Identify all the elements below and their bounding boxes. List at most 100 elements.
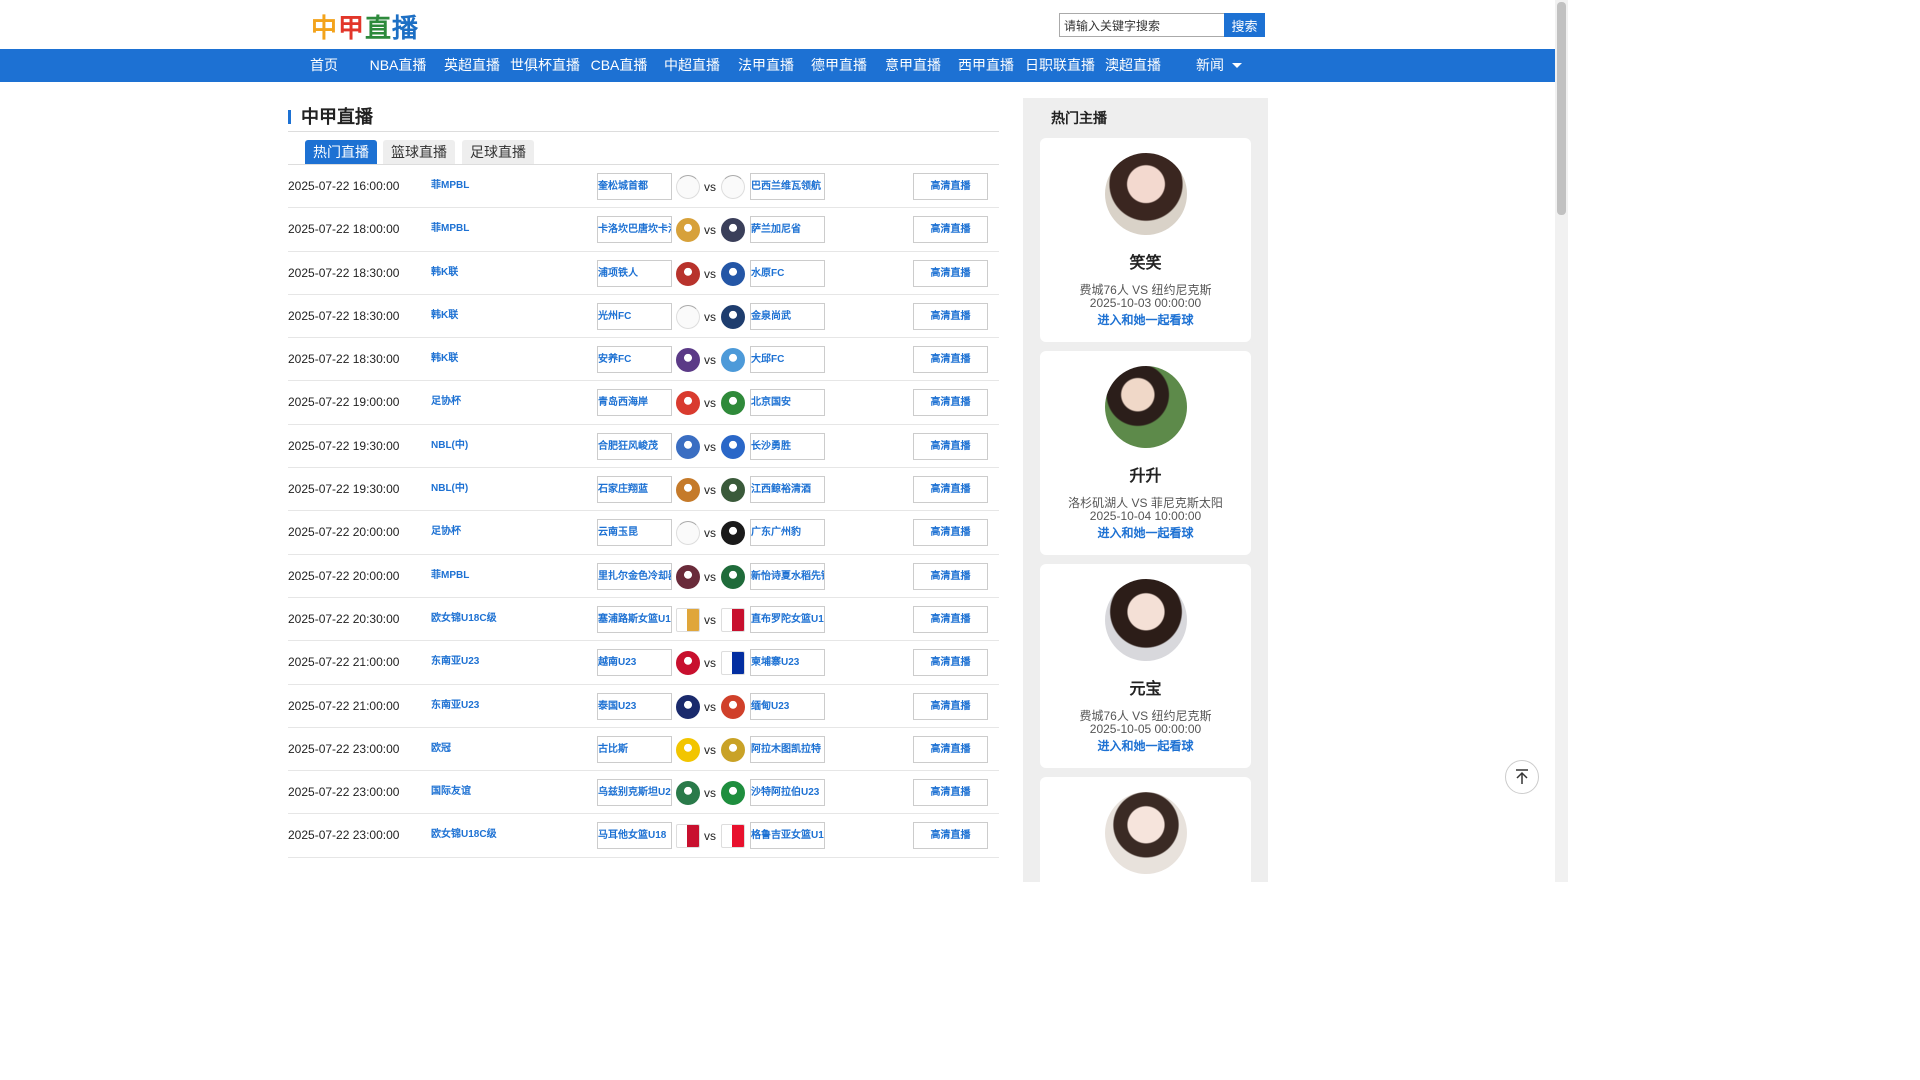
home-team-link[interactable]: 安养FC (597, 346, 672, 374)
match-league[interactable]: 欧女锦U18C级 (431, 825, 497, 840)
search-input[interactable] (1059, 13, 1224, 37)
home-team-link[interactable]: 泰国U23 (597, 692, 672, 720)
match-league[interactable]: NBL(中) (431, 436, 468, 451)
avatar[interactable] (1105, 153, 1187, 235)
hd-live-button[interactable]: 高清直播 (913, 779, 988, 807)
match-league[interactable]: 菲MPBL (431, 176, 469, 191)
match-league[interactable]: 国际友谊 (431, 782, 471, 797)
match-league[interactable]: 菲MPBL (431, 566, 469, 581)
page-scrollbar[interactable] (1555, 0, 1568, 882)
hd-live-button[interactable]: 高清直播 (913, 822, 988, 850)
away-team-link[interactable]: 金泉尚武 (750, 302, 825, 330)
away-team-link[interactable]: 沙特阿拉伯U23 (750, 779, 825, 807)
hd-live-button[interactable]: 高清直播 (913, 173, 988, 200)
nav-item-0[interactable]: 首页 (310, 49, 338, 82)
home-team-link[interactable]: 里扎尔金色冷却器 (597, 562, 672, 590)
away-team-link[interactable]: 水原FC (750, 259, 825, 287)
home-team-link[interactable]: 乌兹别克斯坦U23 (597, 779, 672, 807)
join-watch-link[interactable]: 进入和她一起看球 (1040, 311, 1251, 328)
match-league[interactable]: NBL(中) (431, 479, 468, 494)
match-league[interactable]: 韩K联 (431, 263, 458, 278)
hd-live-button[interactable]: 高清直播 (913, 476, 988, 504)
match-league[interactable]: 东南亚U23 (431, 696, 479, 711)
home-team-link[interactable]: 越南U23 (597, 649, 672, 677)
away-team-link[interactable]: 北京国安 (750, 389, 825, 417)
hd-live-button[interactable]: 高清直播 (913, 432, 988, 460)
away-team-link[interactable]: 直布罗陀女篮U18 (750, 605, 825, 633)
nav-item-6[interactable]: 法甲直播 (738, 49, 794, 82)
home-team-link[interactable]: 光州FC (597, 302, 672, 330)
back-to-top-button[interactable] (1505, 760, 1539, 794)
home-team-link[interactable]: 浦项铁人 (597, 259, 672, 287)
away-team-link[interactable]: 新怡诗夏水稻先锋 (750, 562, 825, 590)
scrollbar-thumb[interactable] (1557, 2, 1566, 215)
hd-live-button[interactable]: 高清直播 (913, 649, 988, 677)
nav-item-1[interactable]: NBA直播 (370, 49, 427, 82)
away-team-link[interactable]: 格鲁吉亚女篮U18 (750, 822, 825, 850)
anchor-card[interactable]: 元宝 费城76人 VS 纽约尼克斯 2025-10-05 00:00:00 进入和她一… (1040, 564, 1251, 768)
away-team-link[interactable]: 萨兰加尼省 (750, 216, 825, 244)
nav-item-7[interactable]: 德甲直播 (811, 49, 867, 82)
search-button[interactable]: 搜索 (1224, 13, 1265, 37)
nav-item-8[interactable]: 意甲直播 (885, 49, 941, 82)
nav-item-5[interactable]: 中超直播 (664, 49, 720, 82)
away-team-link[interactable]: 广东广州豹 (750, 519, 825, 547)
home-team-link[interactable]: 石家庄翔蓝 (597, 476, 672, 504)
nav-item-9[interactable]: 西甲直播 (958, 49, 1014, 82)
tab-hot-live[interactable]: 热门直播 (305, 140, 377, 164)
away-team-link[interactable]: 江西鲸裕清酒 (750, 476, 825, 504)
home-team-link[interactable]: 卡洛坎巴唐坎卡洛 (597, 216, 672, 244)
hd-live-button[interactable]: 高清直播 (913, 605, 988, 633)
match-row: 2025-07-22 18:00:00 菲MPBL 卡洛坎巴唐坎卡洛 vs 萨兰加尼省 高… (288, 208, 999, 252)
nav-item-2[interactable]: 英超直播 (444, 49, 500, 82)
away-flag-icon (721, 651, 745, 676)
away-team-link[interactable]: 柬埔寨U23 (750, 649, 825, 677)
home-team-link[interactable]: 云南玉昆 (597, 519, 672, 547)
anchor-card[interactable]: 笑笑 费城76人 VS 纽约尼克斯 2025-10-03 00:00:00 进入和她一… (1040, 138, 1251, 342)
avatar[interactable] (1105, 792, 1187, 874)
nav-item-3[interactable]: 世俱杯直播 (510, 49, 580, 82)
nav-item-4[interactable]: CBA直播 (591, 49, 648, 82)
home-team-link[interactable]: 合肥狂风峻茂 (597, 432, 672, 460)
hd-live-button[interactable]: 高清直播 (913, 562, 988, 590)
match-league[interactable]: 足协杯 (431, 522, 461, 537)
nav-item-11[interactable]: 澳超直播 (1105, 49, 1161, 82)
hd-live-button[interactable]: 高清直播 (913, 692, 988, 720)
away-team-link[interactable]: 巴西兰维瓦领航 (750, 173, 825, 200)
hd-live-button[interactable]: 高清直播 (913, 259, 988, 287)
site-logo[interactable]: 中甲直播 (311, 10, 419, 44)
anchor-card[interactable] (1040, 777, 1251, 981)
avatar[interactable] (1105, 579, 1187, 661)
match-league[interactable]: 韩K联 (431, 306, 458, 321)
hd-live-button[interactable]: 高清直播 (913, 735, 988, 763)
hd-live-button[interactable]: 高清直播 (913, 216, 988, 244)
hd-live-button[interactable]: 高清直播 (913, 389, 988, 417)
away-team-link[interactable]: 缅甸U23 (750, 692, 825, 720)
away-team-link[interactable]: 长沙勇胜 (750, 432, 825, 460)
tab-basketball-live[interactable]: 篮球直播 (383, 140, 455, 164)
hd-live-button[interactable]: 高清直播 (913, 346, 988, 374)
join-watch-link[interactable]: 进入和她一起看球 (1040, 737, 1251, 754)
nav-item-10[interactable]: 日职联直播 (1025, 49, 1095, 82)
match-league[interactable]: 韩K联 (431, 349, 458, 364)
anchor-card[interactable]: 升升 洛杉矶湖人 VS 菲尼克斯太阳 2025-10-04 10:00:00 进入和她… (1040, 351, 1251, 555)
home-team-link[interactable]: 塞浦路斯女篮U18 (597, 605, 672, 633)
home-team-link[interactable]: 古比斯 (597, 735, 672, 763)
home-team-link[interactable]: 青岛西海岸 (597, 389, 672, 417)
home-team-link[interactable]: 奎松城首都 (597, 173, 672, 200)
tab-football-live[interactable]: 足球直播 (462, 140, 534, 164)
join-watch-link[interactable]: 进入和她一起看球 (1040, 524, 1251, 541)
nav-item-12[interactable]: 新闻 (1196, 49, 1242, 82)
match-league[interactable]: 欧女锦U18C级 (431, 609, 497, 624)
away-team-link[interactable]: 阿拉木图凯拉特 (750, 735, 825, 763)
anchor-name: 元宝 (1129, 681, 1162, 698)
home-team-link[interactable]: 马耳他女篮U18 (597, 822, 672, 850)
match-league[interactable]: 足协杯 (431, 392, 461, 407)
match-league[interactable]: 菲MPBL (431, 219, 469, 234)
avatar[interactable] (1105, 366, 1187, 448)
hd-live-button[interactable]: 高清直播 (913, 519, 988, 547)
match-league[interactable]: 欧冠 (431, 739, 451, 754)
away-team-link[interactable]: 大邱FC (750, 346, 825, 374)
match-league[interactable]: 东南亚U23 (431, 652, 479, 667)
hd-live-button[interactable]: 高清直播 (913, 302, 988, 330)
